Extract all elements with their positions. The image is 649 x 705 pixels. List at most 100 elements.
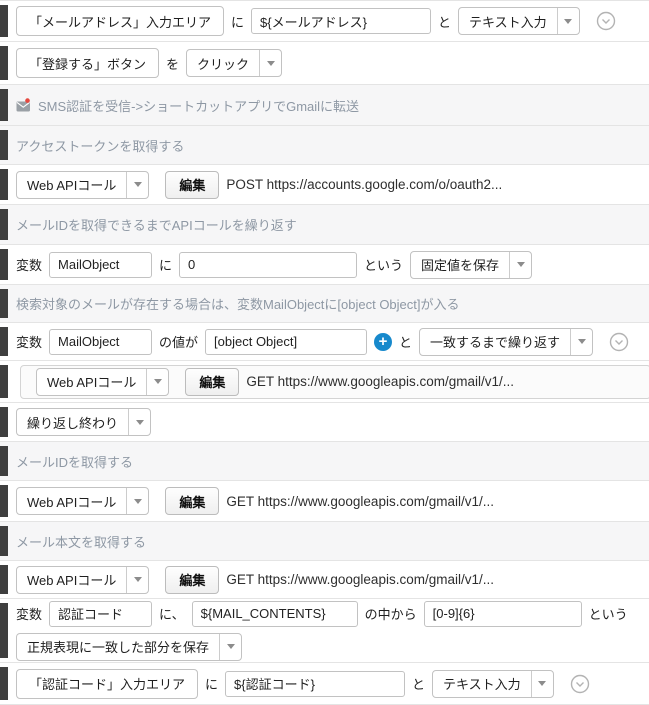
- variable-label: 変数: [16, 332, 42, 351]
- row-drag-handle[interactable]: [0, 365, 8, 398]
- comment-row-search-target: 検索対象のメールが存在する場合は、変数MailObjectに[object Ob…: [0, 285, 649, 323]
- action-select[interactable]: Web APIコール: [16, 171, 149, 199]
- particle: という: [364, 255, 403, 274]
- step-row-api-search-nested: Web APIコール 編集 GET https://www.googleapis…: [0, 361, 649, 403]
- step-row-loop-end: 繰り返し終わり: [0, 403, 649, 442]
- chevron-down-icon: [259, 50, 281, 76]
- row-drag-handle[interactable]: [0, 130, 8, 160]
- action-select[interactable]: テキスト入力: [432, 670, 554, 698]
- row-drag-handle[interactable]: [0, 209, 8, 240]
- row-drag-handle[interactable]: [0, 249, 8, 280]
- particle: と: [438, 12, 451, 31]
- request-summary: GET https://www.googleapis.com/gmail/v1/…: [246, 374, 514, 389]
- action-select[interactable]: クリック: [186, 49, 282, 77]
- row-drag-handle[interactable]: [0, 5, 8, 37]
- value-input[interactable]: [251, 8, 431, 34]
- comment-text: メールIDを取得する: [16, 452, 133, 471]
- request-summary: GET https://www.googleapis.com/gmail/v1/…: [226, 494, 494, 509]
- chevron-down-icon: [128, 409, 150, 435]
- new-mail-icon: [16, 98, 33, 113]
- particle: という: [589, 604, 628, 623]
- expand-options-icon[interactable]: [596, 11, 616, 31]
- variable-value-input[interactable]: [179, 252, 357, 278]
- variable-name-input[interactable]: [49, 329, 152, 355]
- chevron-down-icon: [531, 671, 553, 697]
- step-row-regex-save: 変数 に、 の中から という 正規表現に一致した部分を保存: [0, 599, 649, 663]
- value-input[interactable]: [225, 671, 405, 697]
- action-select[interactable]: 正規表現に一致した部分を保存: [16, 633, 242, 661]
- variable-label: 変数: [16, 604, 42, 623]
- chevron-down-icon: [570, 329, 592, 355]
- comment-text: メールIDを取得できるまでAPIコールを繰り返す: [16, 215, 297, 234]
- row-drag-handle[interactable]: [0, 89, 8, 121]
- row-drag-handle[interactable]: [0, 289, 8, 318]
- step-row-api-mailbody: Web APIコール 編集 GET https://www.googleapis…: [0, 561, 649, 599]
- regex-pattern-input[interactable]: [424, 601, 582, 627]
- particle: に、: [159, 604, 185, 623]
- compare-value-input[interactable]: [205, 329, 367, 355]
- row-drag-handle[interactable]: [0, 46, 8, 80]
- chevron-down-icon: [126, 567, 148, 593]
- step-row-text-input-email: 「メールアドレス」入力エリア に と テキスト入力: [0, 1, 649, 42]
- request-summary: GET https://www.googleapis.com/gmail/v1/…: [226, 572, 494, 587]
- comment-row-get-mailbody: メール本文を取得する: [0, 522, 649, 561]
- edit-button[interactable]: 編集: [165, 566, 219, 594]
- particle: と: [399, 332, 412, 351]
- action-select[interactable]: Web APIコール: [36, 368, 169, 396]
- action-select[interactable]: Web APIコール: [16, 566, 149, 594]
- step-row-api-token: Web APIコール 編集 POST https://accounts.goog…: [0, 165, 649, 205]
- row-drag-handle[interactable]: [0, 327, 8, 356]
- edit-button[interactable]: 編集: [165, 171, 219, 199]
- chevron-down-icon: [146, 369, 168, 395]
- comment-row-get-mailid: メールIDを取得する: [0, 442, 649, 481]
- action-select[interactable]: 固定値を保存: [410, 251, 532, 279]
- particle: に: [231, 12, 244, 31]
- edit-button[interactable]: 編集: [185, 368, 239, 396]
- edit-button[interactable]: 編集: [165, 487, 219, 515]
- row-drag-handle[interactable]: [0, 565, 8, 594]
- comment-text: 検索対象のメールが存在する場合は、変数MailObjectに[object Ob…: [16, 294, 460, 313]
- action-select[interactable]: Web APIコール: [16, 487, 149, 515]
- comment-row-access-token: アクセストークンを取得する: [0, 126, 649, 165]
- comment-row-sms: SMS認証を受信->ショートカットアプリでGmailに転送: [0, 85, 649, 126]
- particle: の値が: [159, 332, 198, 351]
- request-summary: POST https://accounts.google.com/o/oauth…: [226, 177, 502, 192]
- row-drag-handle[interactable]: [0, 169, 8, 200]
- chevron-down-icon: [126, 172, 148, 198]
- row-drag-handle[interactable]: [0, 446, 8, 476]
- add-value-icon[interactable]: +: [374, 333, 392, 351]
- particle: の中から: [365, 604, 417, 623]
- target-element-chip[interactable]: 「メールアドレス」入力エリア: [16, 6, 224, 36]
- row-drag-handle[interactable]: [0, 407, 8, 437]
- target-element-chip[interactable]: 「登録する」ボタン: [16, 48, 159, 78]
- comment-text: メール本文を取得する: [16, 532, 146, 551]
- row-drag-handle[interactable]: [0, 667, 8, 700]
- source-value-input[interactable]: [192, 601, 358, 627]
- particle: に: [205, 674, 218, 693]
- loop-body-container: Web APIコール 編集 GET https://www.googleapis…: [20, 365, 649, 399]
- variable-name-input[interactable]: [49, 601, 152, 627]
- chevron-down-icon: [126, 488, 148, 514]
- row-drag-handle[interactable]: [0, 603, 8, 658]
- step-row-loop-until: 変数 の値が + と 一致するまで繰り返す: [0, 323, 649, 361]
- particle: と: [412, 674, 425, 693]
- expand-options-icon[interactable]: [609, 332, 629, 352]
- row-drag-handle[interactable]: [0, 485, 8, 517]
- comment-text: SMS認証を受信->ショートカットアプリでGmailに転送: [38, 96, 359, 115]
- variable-label: 変数: [16, 255, 42, 274]
- variable-name-input[interactable]: [49, 252, 152, 278]
- comment-row-mailid-loop: メールIDを取得できるまでAPIコールを繰り返す: [0, 205, 649, 245]
- step-row-variable-init: 変数 に という 固定値を保存: [0, 245, 649, 285]
- row-drag-handle[interactable]: [0, 526, 8, 556]
- target-element-chip[interactable]: 「認証コード」入力エリア: [16, 669, 198, 699]
- action-select[interactable]: 繰り返し終わり: [16, 408, 151, 436]
- action-select[interactable]: 一致するまで繰り返す: [419, 328, 593, 356]
- chevron-down-icon: [557, 8, 579, 34]
- step-row-api-mailid: Web APIコール 編集 GET https://www.googleapis…: [0, 481, 649, 522]
- action-select[interactable]: テキスト入力: [458, 7, 580, 35]
- step-row-click-register: 「登録する」ボタン を クリック: [0, 42, 649, 85]
- expand-options-icon[interactable]: [570, 674, 590, 694]
- workflow-step-list: 「メールアドレス」入力エリア に と テキスト入力 「登録する」ボタン を クリ…: [0, 0, 649, 705]
- particle: に: [159, 255, 172, 274]
- particle: を: [166, 54, 179, 73]
